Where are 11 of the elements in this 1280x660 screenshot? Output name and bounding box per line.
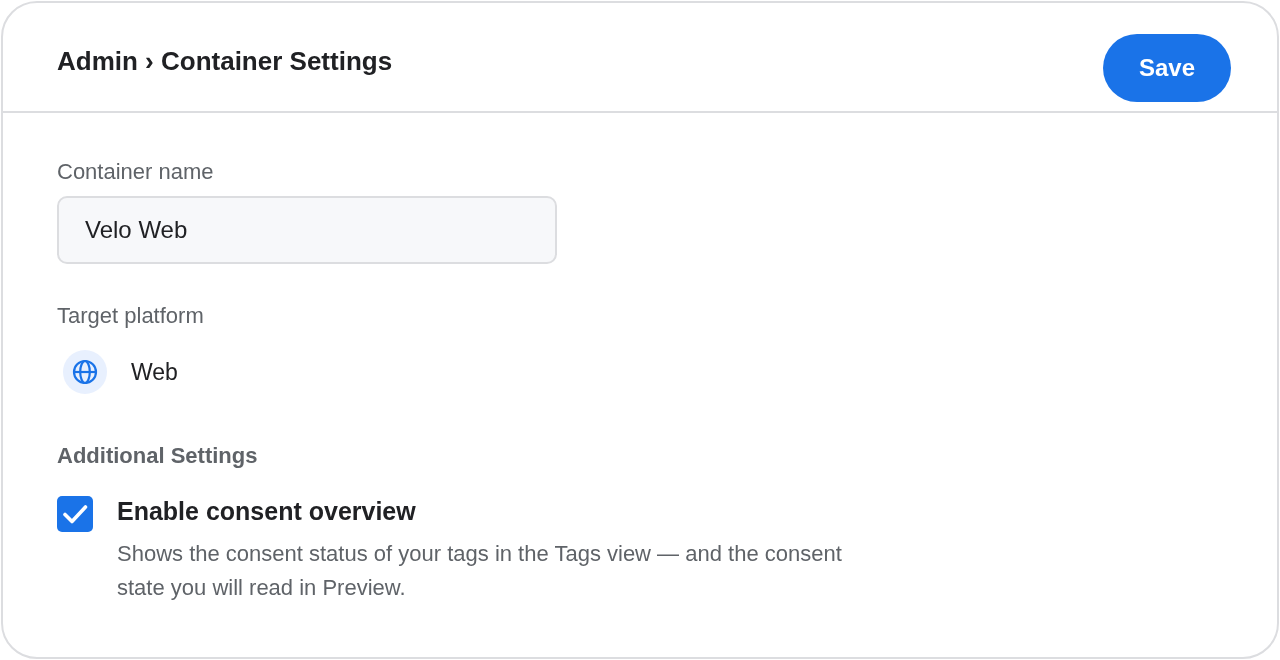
- platform-name: Web: [131, 358, 178, 386]
- save-button[interactable]: Save: [1103, 34, 1231, 102]
- checkbox[interactable]: [57, 496, 93, 532]
- option-label: Enable consent overview: [117, 496, 416, 526]
- globe-icon: [63, 350, 107, 394]
- option-description: Shows the consent status of your tags in the Tags view — and the consent state you will read in Preview.: [117, 540, 843, 602]
- input-field[interactable]: Velo Web: [57, 196, 557, 264]
- section-heading: Additional Settings: [57, 444, 258, 468]
- field-label: Target platform: [57, 304, 204, 328]
- page-title: Admin › Container Settings: [57, 45, 393, 78]
- field-label: Container name: [57, 160, 214, 184]
